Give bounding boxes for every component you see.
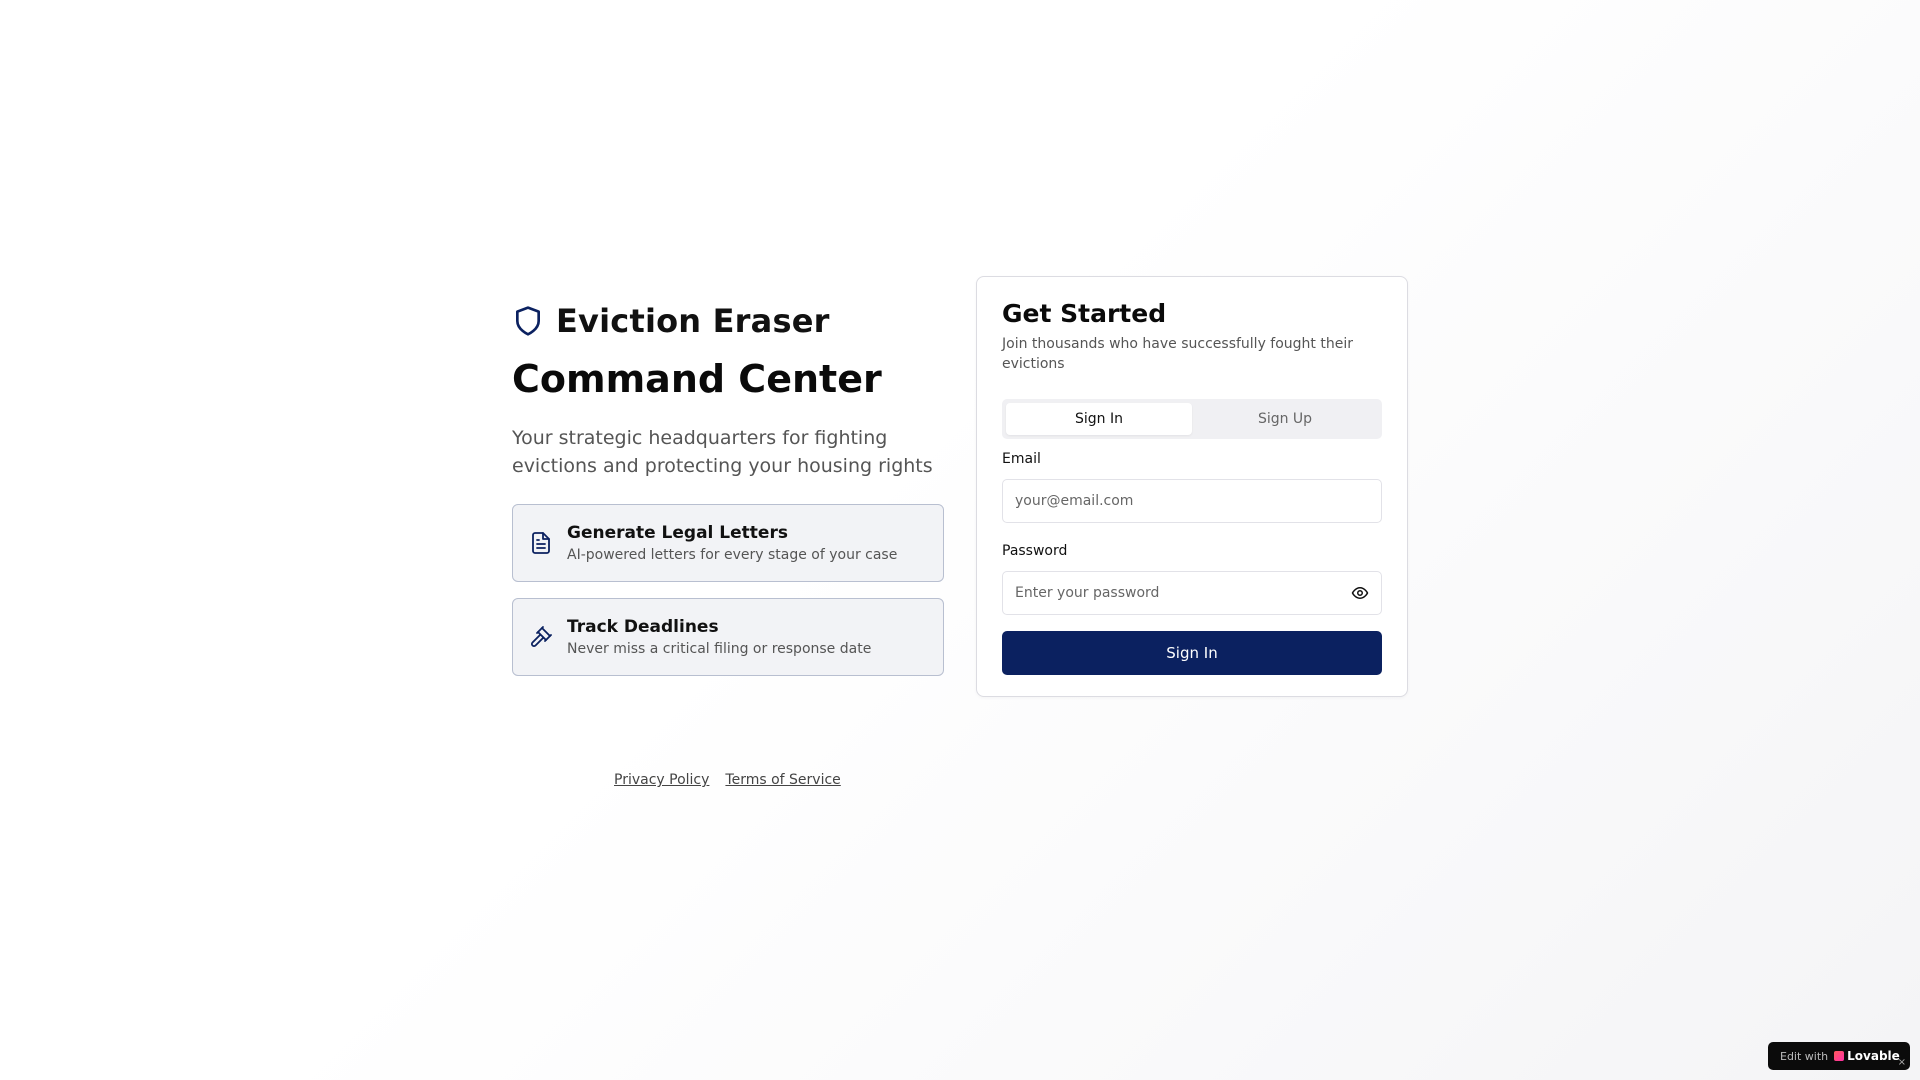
page-title: Command Center — [512, 357, 882, 401]
tab-sign-up[interactable]: Sign Up — [1192, 403, 1378, 435]
password-field[interactable] — [1015, 585, 1351, 601]
badge-prefix: Edit with — [1780, 1049, 1829, 1063]
auth-title: Get Started — [1002, 299, 1167, 328]
feature-description: Never miss a critical filing or response… — [567, 640, 872, 657]
feature-title: Generate Legal Letters — [567, 522, 788, 543]
lovable-heart-icon — [1834, 1051, 1845, 1061]
feature-card-track-deadlines: Track Deadlines Never miss a critical fi… — [512, 597, 944, 676]
password-label: Password — [1002, 543, 1068, 559]
feature-card-legal-letters: Generate Legal Letters AI-powered letter… — [512, 503, 944, 582]
auth-card: Get Started Join thousands who have succ… — [976, 276, 1408, 697]
brand: Eviction Eraser — [512, 300, 944, 342]
gavel-icon — [531, 625, 552, 647]
footer-links: Privacy Policy Terms of Service — [614, 772, 841, 788]
auth-subtitle: Join thousands who have successfully fou… — [1002, 336, 1353, 372]
terms-of-service-link[interactable]: Terms of Service — [725, 772, 840, 788]
feature-title: Track Deadlines — [567, 616, 719, 637]
shield-icon — [516, 306, 540, 336]
lovable-brand: Lovable — [1847, 1049, 1900, 1063]
tagline: Your strategic headquarters for fighting… — [512, 426, 933, 477]
eye-icon[interactable] — [1351, 584, 1369, 602]
brand-name: Eviction Eraser — [556, 302, 830, 340]
password-field-wrapper — [1002, 571, 1382, 615]
email-field-wrapper — [1002, 479, 1382, 523]
edit-with-lovable-badge[interactable]: Edit with Lovable × — [1768, 1042, 1910, 1070]
email-field[interactable] — [1015, 493, 1369, 509]
auth-tabs: Sign In Sign Up — [1002, 399, 1382, 439]
lovable-logo: Lovable — [1834, 1049, 1900, 1063]
sign-in-button[interactable]: Sign In — [1002, 631, 1382, 675]
privacy-policy-link[interactable]: Privacy Policy — [614, 772, 709, 788]
document-icon — [532, 531, 550, 554]
close-icon[interactable]: × — [1898, 1057, 1906, 1068]
hero-section: Eviction Eraser Command Center Your stra… — [512, 300, 944, 676]
feature-description: AI-powered letters for every stage of yo… — [567, 546, 898, 563]
tab-sign-in[interactable]: Sign In — [1006, 403, 1192, 435]
email-label: Email — [1002, 451, 1041, 467]
